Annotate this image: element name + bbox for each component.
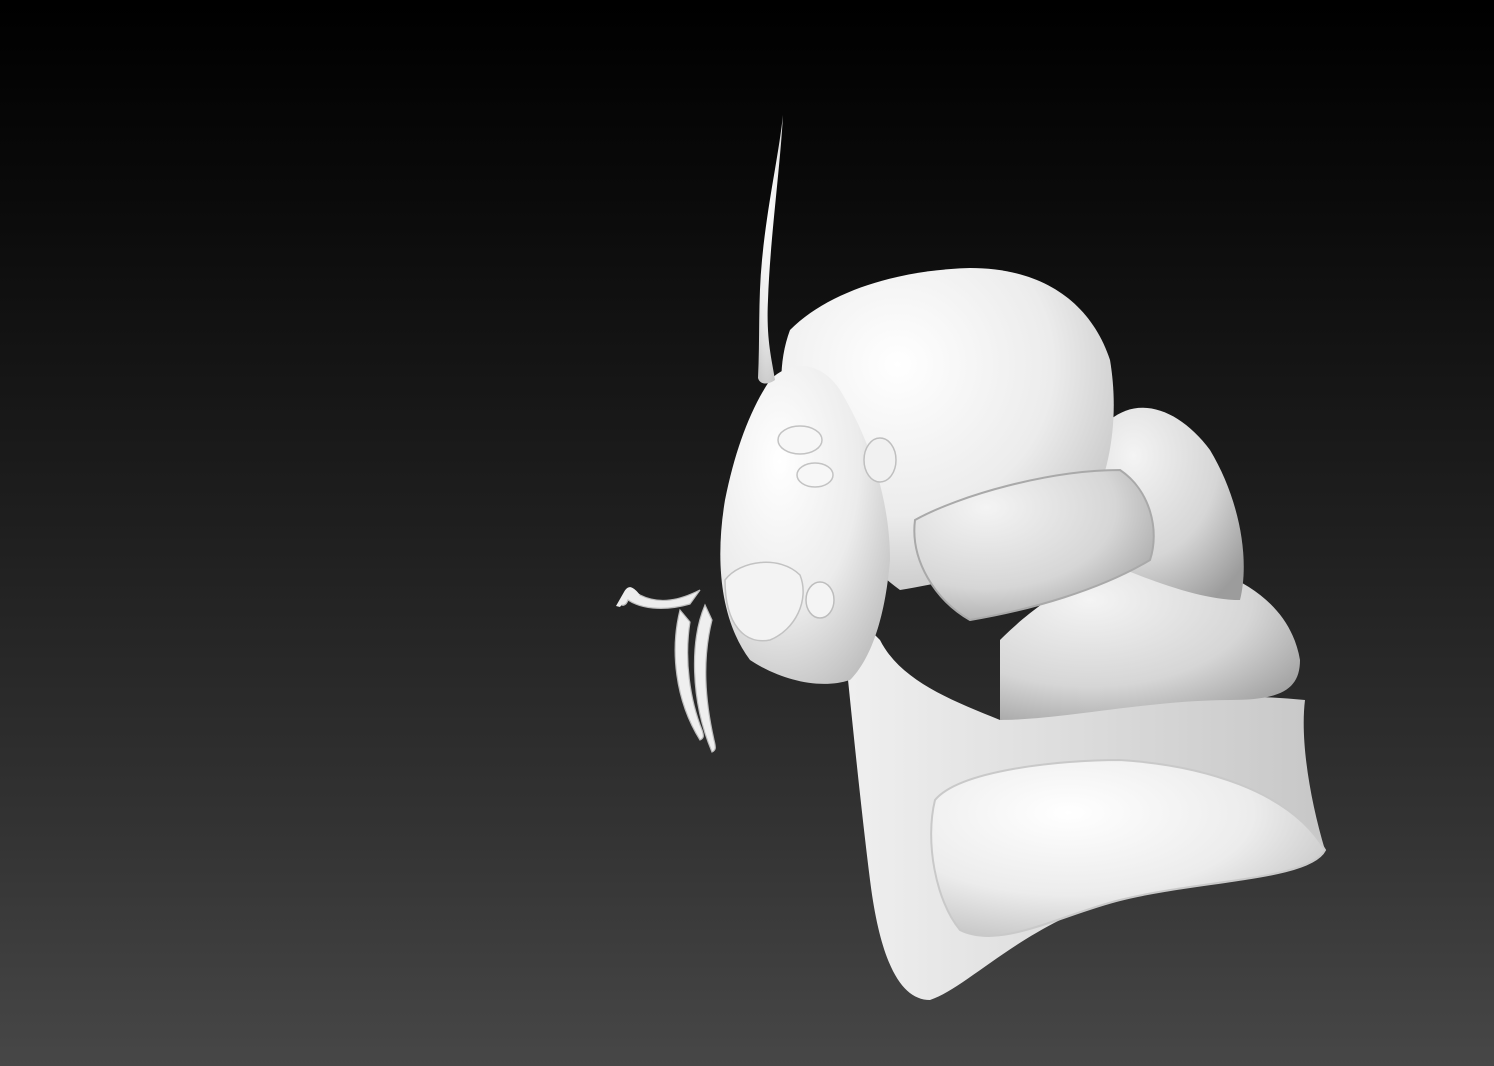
cheek-bump-shape [805, 581, 835, 619]
antenna-shape [758, 115, 783, 384]
3d-viewport-canvas[interactable] [0, 0, 1494, 1066]
cheek-bump-shape [863, 437, 897, 483]
brow-bump-shape [777, 425, 823, 455]
brow-bump-shape [796, 462, 834, 488]
creature-bust-sculpt[interactable] [0, 0, 1494, 1066]
